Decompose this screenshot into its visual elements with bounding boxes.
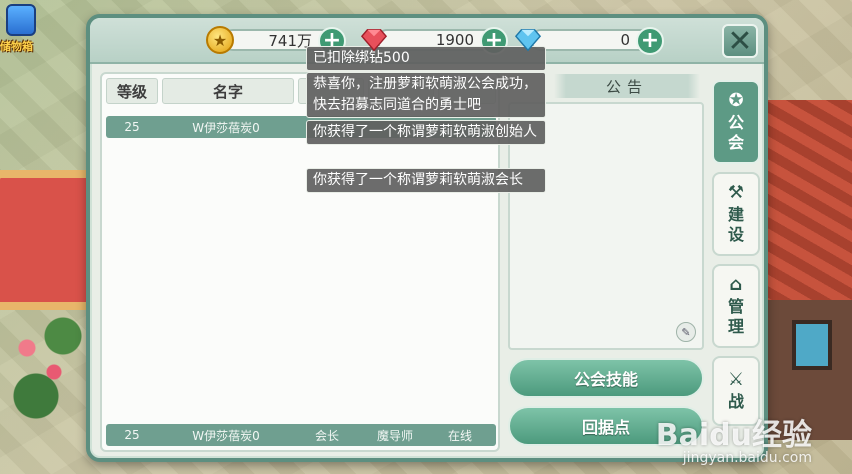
manage-icon: ⌂ bbox=[729, 274, 743, 295]
self-level: 25 bbox=[124, 428, 140, 442]
header-level[interactable]: 等级 bbox=[106, 78, 158, 104]
tab-manage-label-2: 理 bbox=[727, 317, 744, 336]
guild-skills-button[interactable]: 公会技能 bbox=[508, 358, 704, 398]
tab-guild-label-2: 会 bbox=[727, 133, 744, 152]
tab-guild-label-1: 公 bbox=[727, 113, 744, 132]
toast-message: 已扣除绑钻500 bbox=[306, 46, 546, 71]
tab-manage[interactable]: ⌂ 管 理 bbox=[712, 264, 760, 348]
notice-title: 公告 bbox=[554, 74, 700, 98]
diamond-value-box: 0 + bbox=[530, 27, 664, 55]
chest-label: 储物箱 bbox=[0, 40, 33, 53]
tab-battle-label-1: 战 bbox=[727, 392, 744, 411]
flower-bush bbox=[0, 300, 90, 420]
self-member-row: 25 W伊莎蓓炭0 会长 魔导师 在线 bbox=[106, 424, 496, 446]
build-icon: ⚒ bbox=[727, 182, 745, 203]
guild-icon: ✪ bbox=[728, 90, 744, 111]
edit-notice-icon[interactable]: ✎ bbox=[676, 322, 696, 342]
self-name: W伊莎蓓炭0 bbox=[192, 428, 260, 443]
tab-build-label-1: 建 bbox=[727, 205, 744, 224]
self-status: 在线 bbox=[447, 428, 472, 443]
self-job: 魔导师 bbox=[376, 428, 413, 443]
diamond-resource: 0 + bbox=[514, 26, 664, 55]
diamond-icon bbox=[514, 26, 542, 54]
baidu-watermark: Baidu经验 jingyan.baidu.com bbox=[656, 410, 812, 466]
toast-message: 恭喜你，注册萝莉软萌淑公会成功，快去招募志同道合的勇士吧 bbox=[306, 72, 546, 118]
close-button[interactable]: ✕ bbox=[722, 24, 758, 59]
tab-build[interactable]: ⚒ 建 设 bbox=[712, 172, 760, 256]
watermark-main: Baidu经验 bbox=[655, 418, 812, 453]
diamond-value: 0 bbox=[620, 31, 630, 49]
tab-manage-label-1: 管 bbox=[727, 297, 744, 316]
add-diamond-button[interactable]: + bbox=[636, 27, 664, 55]
tab-guild[interactable]: ✪ 公 会 bbox=[712, 80, 760, 164]
chest-icon bbox=[6, 4, 36, 36]
header-name[interactable]: 名字 bbox=[162, 78, 294, 104]
house-window bbox=[792, 320, 832, 370]
member-name: W伊莎蓓炭0 bbox=[192, 120, 260, 135]
self-title: 会长 bbox=[314, 428, 339, 443]
ruby-icon bbox=[360, 26, 388, 54]
toast-message: 你获得了一个称谓萝莉软萌淑会长 bbox=[306, 168, 546, 193]
toast-message: 你获得了一个称谓萝莉软萌淑创始人 bbox=[306, 120, 546, 145]
storage-chest-button[interactable]: 储物箱 bbox=[0, 0, 42, 56]
battle-icon: ⚔ bbox=[727, 369, 745, 390]
member-level: 25 bbox=[124, 120, 140, 134]
gold-coin-icon: ★ bbox=[206, 26, 234, 54]
tab-build-label-2: 设 bbox=[727, 225, 744, 244]
